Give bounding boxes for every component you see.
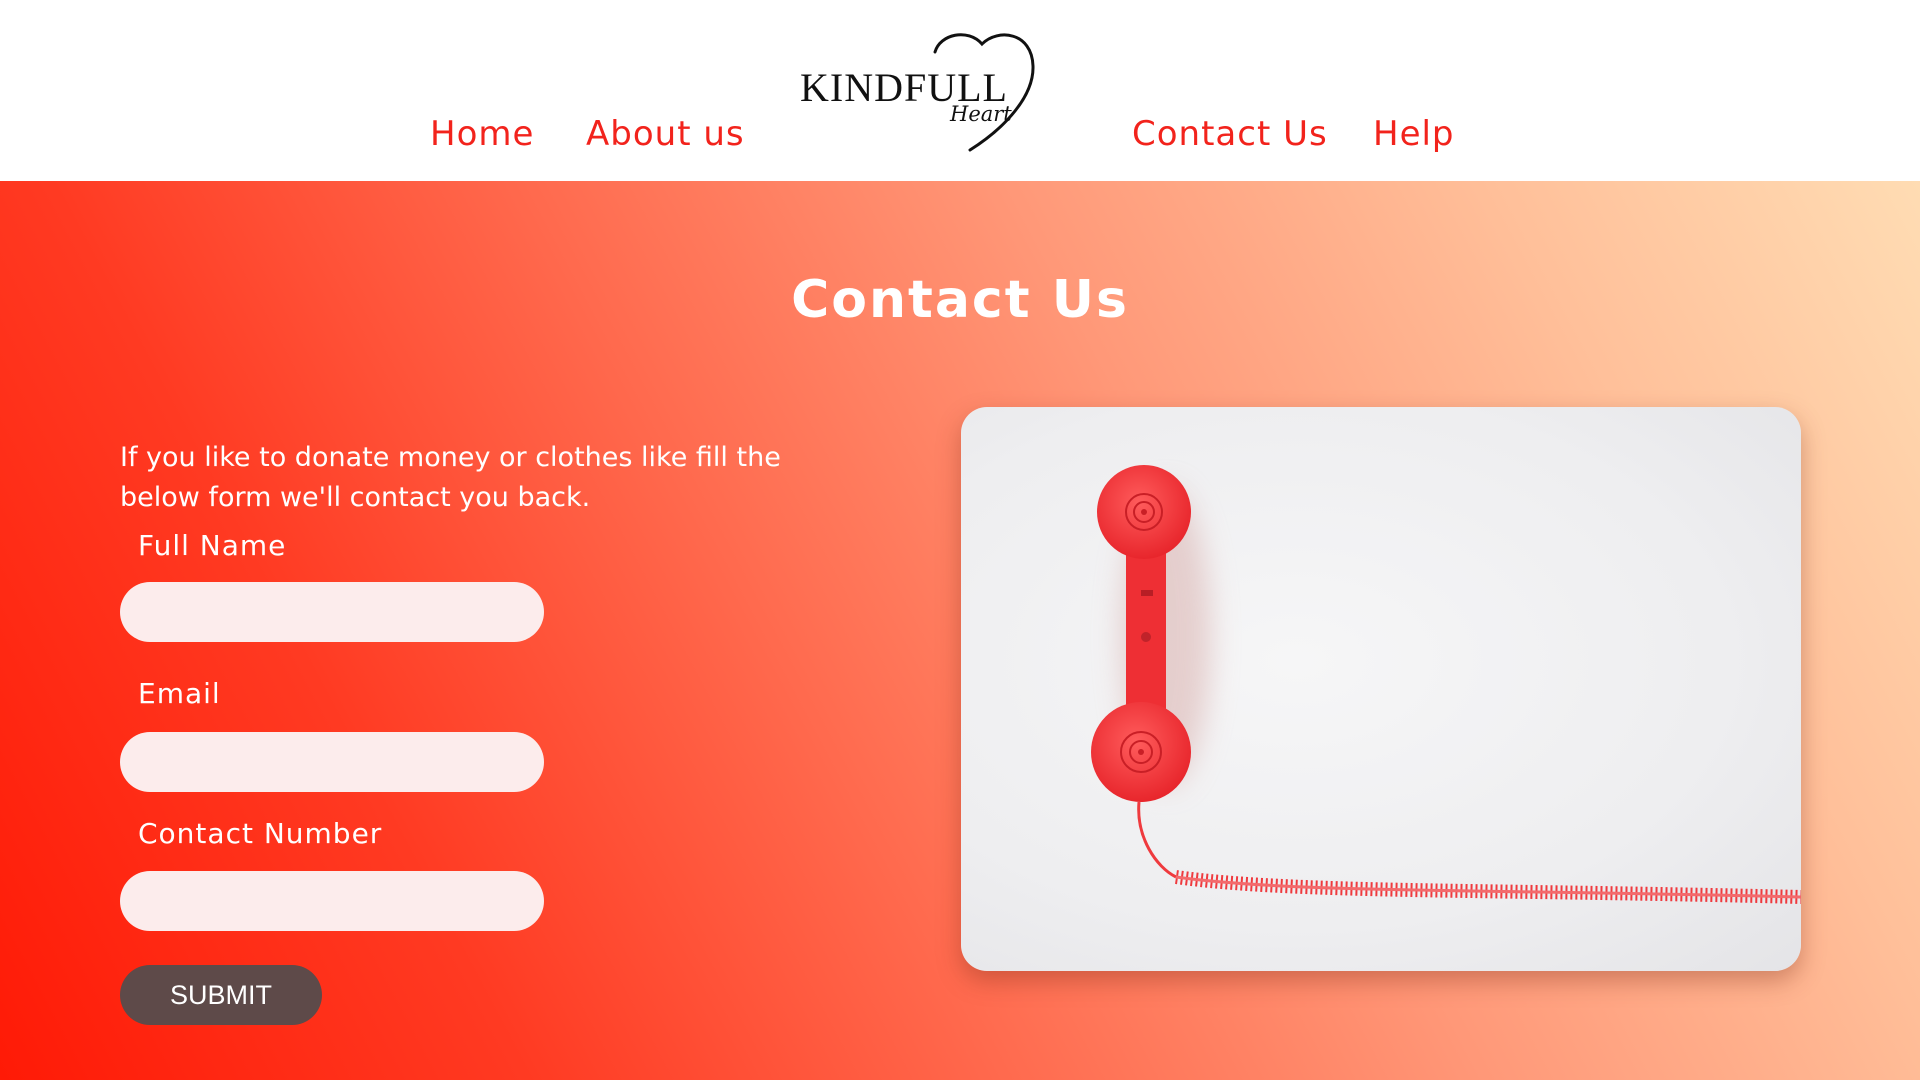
site-header: Home About us KINDFULL Heart Contact Us … xyxy=(0,0,1920,181)
nav-about-link[interactable]: About us xyxy=(586,114,745,154)
submit-button[interactable]: SUBMIT xyxy=(120,965,322,1025)
email-label: Email xyxy=(138,677,221,710)
full-name-input[interactable] xyxy=(120,582,544,642)
contact-section: Contact Us If you like to donate money o… xyxy=(0,181,1920,1080)
telephone-handset-icon xyxy=(1091,465,1801,904)
page-title: Contact Us xyxy=(791,269,1129,330)
page: Home About us KINDFULL Heart Contact Us … xyxy=(0,0,1920,1080)
contact-number-label: Contact Number xyxy=(138,817,383,850)
contact-number-input[interactable] xyxy=(120,871,544,931)
intro-text: If you like to donate money or clothes l… xyxy=(120,442,781,513)
full-name-label: Full Name xyxy=(138,529,287,562)
site-logo[interactable]: KINDFULL Heart xyxy=(800,28,1065,153)
nav-help-link[interactable]: Help xyxy=(1373,114,1455,154)
nav-contact-link[interactable]: Contact Us xyxy=(1132,114,1328,154)
logo-tagline: Heart xyxy=(950,102,1012,126)
nav-home-link[interactable]: Home xyxy=(430,114,534,154)
telephone-photo xyxy=(961,407,1801,971)
email-input[interactable] xyxy=(120,732,544,792)
